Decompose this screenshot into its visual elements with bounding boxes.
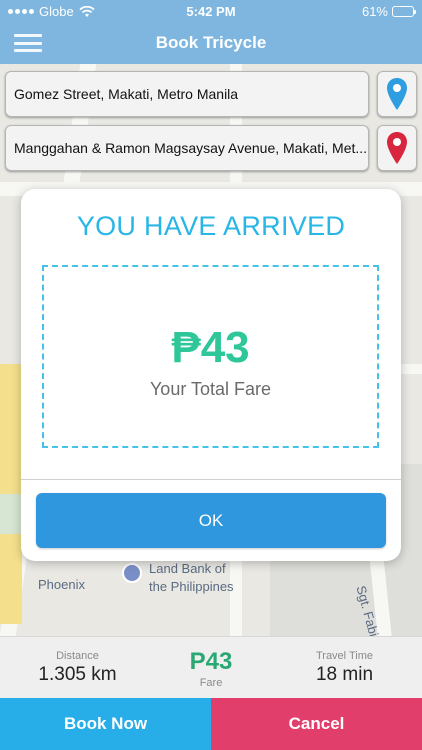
map-poi-icon[interactable] — [122, 563, 142, 583]
action-bar: Book Now Cancel — [0, 698, 422, 750]
map-label-landbank-1: Land Bank of — [149, 561, 226, 576]
travel-time-value: 18 min — [315, 664, 374, 685]
dialog-divider — [21, 479, 401, 480]
distance-info: Distance 1.305 km — [0, 637, 155, 699]
travel-time-info: Travel Time 18 min — [267, 637, 422, 699]
cancel-button[interactable]: Cancel — [211, 698, 422, 750]
travel-time-label: Travel Time — [315, 650, 374, 662]
destination-pin-button[interactable] — [377, 125, 417, 171]
distance-label: Distance — [56, 650, 99, 662]
distance-value: 1.305 km — [38, 664, 117, 685]
battery-percent: 61% — [361, 4, 388, 19]
battery-status: 61% — [361, 4, 416, 19]
total-fare-caption: Your Total Fare — [149, 379, 272, 399]
origin-pin-button[interactable] — [377, 71, 417, 117]
fare-info: P43 Fare — [155, 637, 267, 699]
map-label-landbank-2: the Philippines — [149, 579, 234, 594]
arrival-dialog: YOU HAVE ARRIVED ₱43 Your Total Fare OK — [21, 189, 401, 561]
book-now-button[interactable]: Book Now — [0, 698, 211, 750]
status-time: 5:42 PM — [186, 4, 236, 19]
destination-field[interactable]: Manggahan & Ramon Magsaysay Avenue, Maka… — [5, 125, 369, 171]
fare-value: P43 — [189, 648, 233, 675]
total-fare-amount: ₱43 — [171, 323, 250, 372]
arrival-heading: YOU HAVE ARRIVED — [76, 211, 346, 241]
location-pin-icon — [387, 132, 407, 164]
origin-field[interactable]: Gomez Street, Makati, Metro Manila — [5, 71, 369, 117]
page-title: Book Tricycle — [155, 33, 267, 52]
app-header: Globe 5:42 PM 61% Book Tricycle — [0, 0, 422, 64]
ok-button[interactable]: OK — [36, 493, 386, 548]
location-pin-icon — [387, 78, 407, 110]
battery-icon — [392, 6, 416, 17]
status-bar: Globe 5:42 PM 61% — [0, 0, 422, 22]
trip-summary: Distance 1.305 km P43 Fare Travel Time 1… — [0, 636, 422, 698]
map-label-phoenix: Phoenix — [38, 577, 85, 592]
fare-label: Fare — [199, 677, 223, 689]
fare-box: ₱43 Your Total Fare — [42, 265, 379, 448]
